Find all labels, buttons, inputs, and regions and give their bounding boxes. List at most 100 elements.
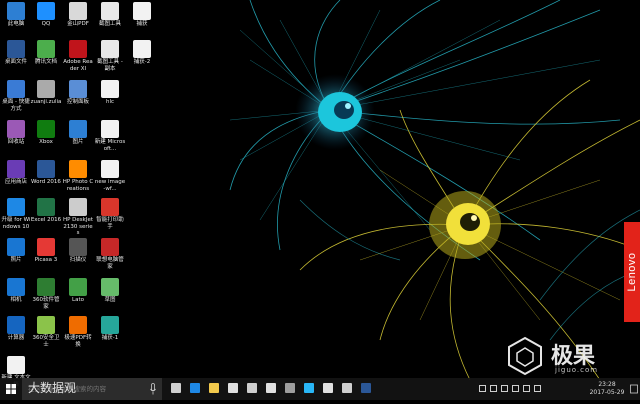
- desktop-shortcut[interactable]: 升级 for Windows 10: [0, 196, 32, 236]
- store-icon: [7, 160, 25, 178]
- qq-icon: [304, 383, 314, 393]
- desktop-shortcut-label: 图片: [72, 139, 84, 145]
- desktop-shortcut[interactable]: 应用商店: [0, 158, 32, 198]
- desktop-shortcut[interactable]: 新建 Microsoft...: [94, 118, 126, 158]
- taskbar-app-button[interactable]: [358, 378, 374, 400]
- watermark-site: jiguo.com: [555, 366, 599, 374]
- desktop-shortcut[interactable]: 联想电脑管家: [94, 236, 126, 276]
- desktop-shortcut[interactable]: 草图: [94, 276, 126, 316]
- desktop-shortcut-label: Word 2016: [31, 179, 61, 185]
- chevron-up-icon: [490, 385, 497, 392]
- desktop-shortcut-label: 捕获: [136, 21, 148, 27]
- desktop-shortcut[interactable]: 极速PDF转换: [62, 314, 94, 354]
- camera-app-icon: [266, 383, 276, 393]
- desktop-shortcut[interactable]: Xbox: [30, 118, 62, 158]
- taskbar-app-button[interactable]: [282, 378, 298, 400]
- desktop-shortcut[interactable]: 此电脑: [0, 0, 32, 40]
- desktop-shortcut[interactable]: 回收站: [0, 118, 32, 158]
- notification-icon: [630, 384, 638, 394]
- desktop-shortcut[interactable]: QQ: [30, 0, 62, 40]
- desktop-shortcut[interactable]: 扫描仪: [62, 236, 94, 276]
- desktop-shortcut[interactable]: 图片: [62, 118, 94, 158]
- software-manager-icon: [37, 278, 55, 296]
- desktop-shortcut-label: 照片: [10, 257, 22, 263]
- tray-button[interactable]: [533, 378, 542, 400]
- desktop-shortcut[interactable]: Lato: [62, 276, 94, 316]
- tray-button[interactable]: [478, 378, 487, 400]
- desktop-shortcut-label: Adobe Reader XI: [63, 59, 93, 72]
- tray-button[interactable]: [522, 378, 531, 400]
- microphone-icon[interactable]: [150, 383, 156, 395]
- desktop-icon-grid: 此电脑 QQ 金山PDF 截图工具 捕获桌面文件 腾讯文档 Adobe Reader XI 截…: [0, 0, 160, 388]
- desktop-shortcut[interactable]: 桌面文件: [0, 38, 32, 78]
- tray-button[interactable]: [489, 378, 498, 400]
- desktop-shortcut[interactable]: 金山PDF: [62, 0, 94, 40]
- desktop-shortcut-label: 捕获-1: [101, 335, 119, 341]
- text-doc-icon: [7, 356, 25, 374]
- desktop-shortcut[interactable]: 截图工具 - 副本: [94, 38, 126, 78]
- tray-button[interactable]: [511, 378, 520, 400]
- taskbar-app-button[interactable]: [320, 378, 336, 400]
- sketch-icon: [101, 278, 119, 296]
- blank-file-icon: [133, 2, 151, 20]
- clock[interactable]: 23:28 2017-05-29: [586, 378, 628, 400]
- desktop-shortcut[interactable]: 照片: [0, 236, 32, 276]
- desktop-shortcut[interactable]: 腾讯文档: [30, 38, 62, 78]
- desktop-shortcut[interactable]: zuanji.zulia: [30, 78, 62, 118]
- file-explorer-icon: [209, 383, 219, 393]
- desktop-shortcut[interactable]: Adobe Reader XI: [62, 38, 94, 78]
- desktop-shortcut[interactable]: 捕获-1: [94, 314, 126, 354]
- desktop-shortcut[interactable]: 截图工具: [94, 0, 126, 40]
- desktop-shortcut-label: Excel 2016: [30, 217, 62, 223]
- desktop-shortcut[interactable]: Picasa 3: [30, 236, 62, 276]
- desktop-shortcut-label: 桌面文件: [4, 59, 27, 65]
- taskbar-app-button[interactable]: [168, 378, 184, 400]
- hexagon-logo-icon: [508, 336, 542, 376]
- gamepad-icon: [69, 80, 87, 98]
- desktop-shortcut-label: 联想电脑管家: [96, 257, 124, 270]
- action-center-button[interactable]: [629, 378, 639, 400]
- desktop-shortcut[interactable]: 计算器: [0, 314, 32, 354]
- security-guard-icon: [37, 316, 55, 334]
- desktop-shortcut-label: Picasa 3: [34, 257, 58, 263]
- taskbar-app-button[interactable]: [206, 378, 222, 400]
- start-button[interactable]: [0, 378, 22, 400]
- desktop-shortcut-label: 草图: [104, 297, 116, 303]
- desktop-shortcut-label: 控制面板: [66, 99, 89, 105]
- taskbar-app-button[interactable]: [339, 378, 355, 400]
- desktop-shortcut[interactable]: HP DeskJet 2130 series: [62, 196, 94, 236]
- desktop-shortcut-label: 腾讯文档: [34, 59, 57, 65]
- desktop-shortcut[interactable]: 桌面 - 快捷方式: [0, 78, 32, 118]
- taskbar-app-button[interactable]: [225, 378, 241, 400]
- desktop-shortcut-label: 360软件管家: [32, 297, 60, 310]
- word-icon: [37, 160, 55, 178]
- desktop-shortcut[interactable]: Word 2016: [30, 158, 62, 198]
- desktop-shortcut[interactable]: 捕获-2: [126, 38, 158, 78]
- desktop-shortcut-label: 截图工具: [98, 21, 121, 27]
- desktop-shortcut[interactable]: HP Photo Creations: [62, 158, 94, 198]
- lenovo-manager-icon: [101, 238, 119, 256]
- desktop-shortcut-label: 极速PDF转换: [64, 335, 92, 348]
- lato-icon: [69, 278, 87, 296]
- taskbar-app-button[interactable]: [301, 378, 317, 400]
- store-icon: [228, 383, 238, 393]
- desktop-shortcut[interactable]: 360安全卫士: [30, 314, 62, 354]
- desktop-shortcut[interactable]: 360软件管家: [30, 276, 62, 316]
- media-icon: [247, 383, 257, 393]
- photos-icon: [69, 120, 87, 138]
- desktop-shortcut[interactable]: 相机: [0, 276, 32, 316]
- desktop-shortcut[interactable]: 捕获: [126, 0, 158, 40]
- taskbar-app-button[interactable]: [244, 378, 260, 400]
- desktop-shortcut[interactable]: Excel 2016: [30, 196, 62, 236]
- desktop-shortcut-label: 360安全卫士: [32, 335, 60, 348]
- desktop-shortcut[interactable]: 智能打印助手: [94, 196, 126, 236]
- tray-button[interactable]: [500, 378, 509, 400]
- desktop-shortcut[interactable]: new image-wf...: [94, 158, 126, 198]
- taskbar-app-button[interactable]: [187, 378, 203, 400]
- desktop-shortcut[interactable]: 控制面板: [62, 78, 94, 118]
- windows-logo-icon: [6, 384, 16, 394]
- printer-icon: [69, 198, 87, 216]
- picasa-icon: [37, 238, 55, 256]
- taskbar-app-button[interactable]: [263, 378, 279, 400]
- desktop-shortcut[interactable]: hlc: [94, 78, 126, 118]
